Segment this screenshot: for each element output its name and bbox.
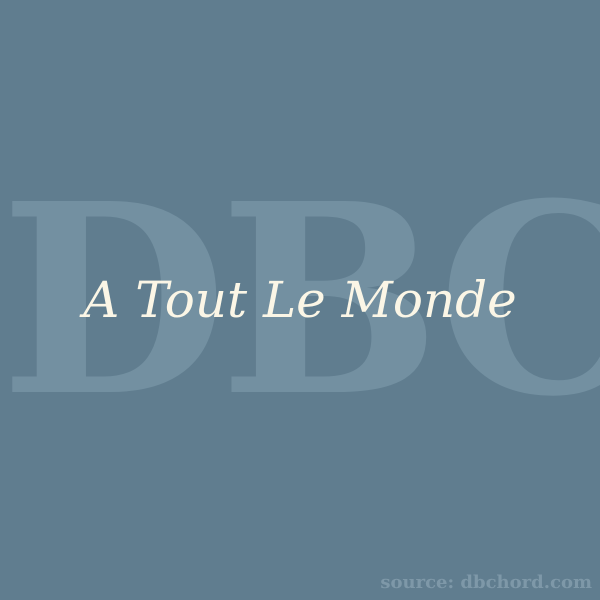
song-title: A Tout Le Monde <box>83 271 517 329</box>
source-credit: source: dbchord.com <box>380 572 592 593</box>
cover-canvas: DBC A Tout Le Monde source: dbchord.com <box>0 0 600 600</box>
